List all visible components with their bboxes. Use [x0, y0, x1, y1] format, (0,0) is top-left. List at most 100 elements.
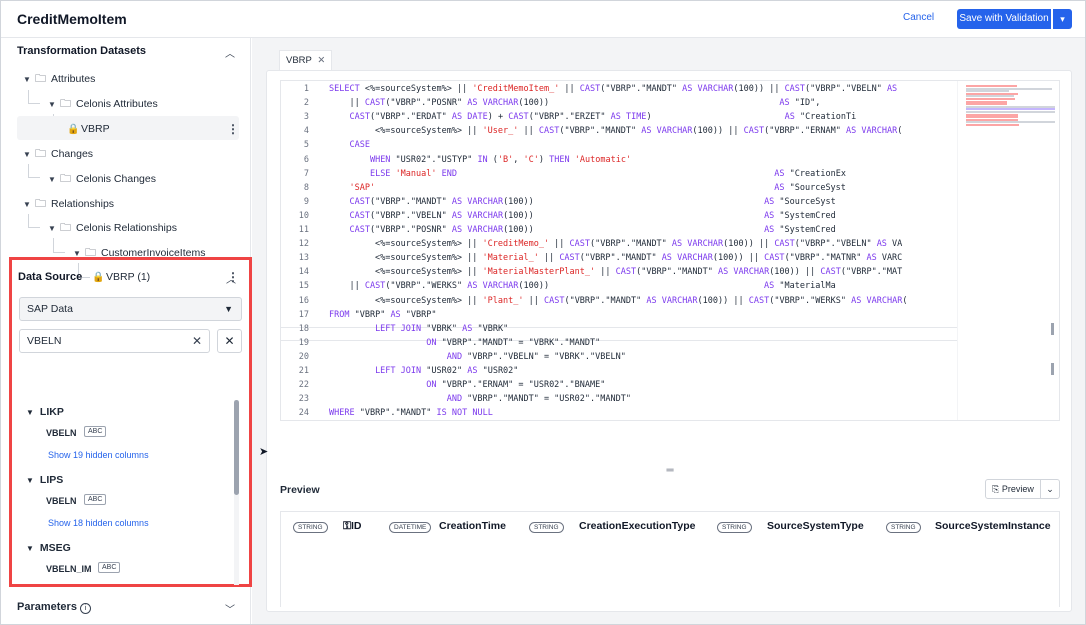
expanded-triangle-icon: ▼: [23, 75, 31, 84]
collapse-datasets-chevron-up-icon[interactable]: ︿: [225, 45, 235, 60]
info-icon[interactable]: i: [79, 603, 91, 614]
collapse-data-source-chevron-up-icon[interactable]: ︿: [226, 271, 236, 286]
folder-icon: 🗀: [35, 198, 46, 210]
save-with-validation-button[interactable]: Save with Validation: [957, 9, 1051, 29]
scroll-marker: [1051, 363, 1054, 375]
cancel-button[interactable]: Cancel: [903, 12, 934, 23]
tree-item-celonis-changes[interactable]: ▼ 🗀 Celonis Changes: [48, 168, 156, 190]
tab-vbrp[interactable]: VBRP ✕: [279, 50, 333, 70]
code-line[interactable]: ELSE 'Manual' END AS "CreationEx: [329, 169, 846, 179]
code-minimap[interactable]: [957, 81, 1059, 420]
column-vbeln-im[interactable]: VBELN_IM: [46, 564, 92, 574]
show-hidden-columns-link[interactable]: Show 18 hidden columns: [48, 518, 149, 528]
type-badge: ABC: [98, 562, 121, 573]
minimap-line: [966, 124, 1019, 126]
tree-item-celonis-attributes[interactable]: ▼ 🗀 Celonis Attributes: [48, 93, 158, 115]
code-line[interactable]: WHEN "USR02"."USTYP" IN ('B', 'C') THEN …: [329, 155, 631, 165]
key-icon: ⚿: [343, 520, 351, 532]
tree-item-relationships[interactable]: ▼ 🗀 Relationships: [23, 193, 114, 215]
line-number: 4: [303, 126, 309, 137]
preview-button-label: Preview: [1001, 484, 1034, 494]
tree-item-celonis-relationships[interactable]: ▼ 🗀 Celonis Relationships: [48, 217, 177, 239]
preview-button[interactable]: ⎘ Preview: [985, 479, 1041, 499]
code-line[interactable]: || CAST("VBRP"."POSNR" AS VARCHAR(100)) …: [329, 98, 820, 108]
column-header-source-system-type[interactable]: SourceSystemType: [767, 520, 864, 532]
tree-item-label: Relationships: [51, 198, 115, 210]
code-line[interactable]: SELECT <%=sourceSystem%> || 'CreditMemoI…: [329, 84, 897, 94]
data-source-title: Data Source: [18, 271, 83, 283]
code-line[interactable]: <%=sourceSystem%> || 'Material_' || CAST…: [329, 253, 902, 263]
preview-icon: ⎘: [992, 484, 1000, 494]
tree-item-vbrp[interactable]: 🔒 VBRP: [67, 118, 110, 140]
code-line[interactable]: <%=sourceSystem%> || 'Plant_' || CAST("V…: [329, 296, 907, 306]
code-line[interactable]: <%=sourceSystem%> || 'CreditMemo_' || CA…: [329, 239, 902, 249]
code-line[interactable]: CAST("VBRP"."ERDAT" AS DATE) + CAST("VBR…: [329, 112, 856, 122]
data-source-select[interactable]: SAP Data ▼: [19, 297, 242, 321]
clear-search-icon[interactable]: ✕: [192, 330, 202, 352]
code-line[interactable]: || CAST("VBRP"."WERKS" AS VARCHAR(100)) …: [329, 281, 835, 291]
show-hidden-columns-link[interactable]: Show 19 hidden columns: [48, 450, 149, 460]
transformation-datasets-title: Transformation Datasets: [17, 45, 146, 57]
line-number: 19: [298, 337, 309, 348]
code-line[interactable]: FROM "VBRP" AS "VBRP": [329, 310, 437, 320]
tree-connector: [28, 90, 40, 104]
search-input-value: VBELN: [27, 335, 62, 347]
folder-icon: 🗀: [35, 148, 46, 160]
code-line[interactable]: ON "VBRP"."ERNAM" = "USR02"."BNAME": [329, 380, 605, 390]
table-item-likp[interactable]: ▼ LIKP: [26, 406, 64, 418]
tree-item-changes[interactable]: ▼ 🗀 Changes: [23, 143, 93, 165]
code-line[interactable]: CASE: [329, 140, 369, 150]
line-number: 17: [298, 309, 309, 320]
column-header-id[interactable]: ⚿ID: [343, 520, 362, 533]
column-header-source-system-instance[interactable]: SourceSystemInstance: [935, 520, 1051, 532]
vbrp-kebab-menu-icon[interactable]: ⋮: [227, 122, 239, 136]
expanded-triangle-icon: ▼: [48, 224, 56, 233]
tree-connector: [28, 164, 40, 178]
tab-label: VBRP: [286, 55, 312, 66]
code-line[interactable]: CAST("VBRP"."POSNR" AS VARCHAR(100)) AS …: [329, 225, 835, 235]
code-line[interactable]: CAST("VBRP"."VBELN" AS VARCHAR(100)) AS …: [329, 211, 835, 221]
line-number: 6: [303, 154, 309, 165]
code-line[interactable]: <%=sourceSystem%> || 'User_' || CAST("VB…: [329, 126, 902, 136]
column-search-input[interactable]: VBELN ✕: [19, 329, 210, 353]
line-number: 23: [298, 394, 309, 405]
chevron-down-icon: ▼: [224, 304, 233, 314]
expand-parameters-chevron-down-icon[interactable]: ﹀: [225, 601, 235, 616]
code-line[interactable]: LEFT JOIN "USR02" AS "USR02": [329, 366, 518, 376]
line-number: 24: [298, 408, 309, 419]
column-vbeln[interactable]: VBELN: [46, 496, 77, 506]
table-item-lips[interactable]: ▼ LIPS: [26, 474, 63, 486]
code-line[interactable]: CAST("VBRP"."MANDT" AS VARCHAR(100)) AS …: [329, 197, 835, 207]
code-line[interactable]: WHERE "VBRP"."MANDT" IS NOT NULL: [329, 408, 493, 418]
sql-editor[interactable]: 1234567891011121314151617181920212223242…: [280, 80, 1060, 421]
column-vbeln[interactable]: VBELN: [46, 428, 77, 438]
code-line[interactable]: ON "VBRP"."MANDT" = "VBRK"."MANDT": [329, 338, 600, 348]
top-bar: CreditMemoItem Cancel Save with Validati…: [1, 1, 1085, 38]
code-line[interactable]: LEFT JOIN "VBRK" AS "VBRK": [329, 324, 508, 334]
code-line[interactable]: <%=sourceSystem%> || 'MaterialMasterPlan…: [329, 267, 902, 277]
tree-item-attributes[interactable]: ▼ 🗀 Attributes: [23, 68, 95, 90]
scrollbar-thumb[interactable]: [234, 400, 239, 495]
save-options-chevron-down-icon[interactable]: ▾: [1053, 9, 1072, 29]
type-badge: STRING: [293, 522, 328, 533]
close-tab-icon[interactable]: ✕: [317, 55, 325, 66]
parameters-label: Parameters: [17, 601, 77, 613]
close-search-button[interactable]: ✕: [217, 329, 242, 353]
data-source-panel: Data Source ︿ SAP Data ▼ VBELN ✕ ✕ ▼ LIKP…: [9, 257, 252, 587]
preview-options-chevron-down-icon[interactable]: ⌄: [1040, 479, 1060, 499]
table-name-label: LIKP: [39, 406, 64, 418]
code-line[interactable]: AND "VBRP"."VBELN" = "VBRK"."VBELN": [329, 352, 626, 362]
line-number: 7: [303, 168, 309, 179]
tree-item-label: Celonis Attributes: [76, 98, 158, 110]
tree-item-label: VBRP: [81, 123, 110, 135]
line-number: 1: [303, 84, 309, 94]
tree-connector: [28, 214, 40, 228]
column-header-creation-time[interactable]: CreationTime: [439, 520, 506, 532]
column-header-creation-execution-type[interactable]: CreationExecutionType: [579, 520, 696, 532]
code-line[interactable]: AND "VBRP"."MANDT" = "USR02"."MANDT": [329, 394, 631, 404]
code-line[interactable]: 'SAP' AS "SourceSyst: [329, 183, 845, 193]
table-item-mseg[interactable]: ▼ MSEG: [26, 542, 71, 554]
line-number: 12: [298, 239, 309, 250]
expanded-triangle-icon: ▼: [23, 200, 31, 209]
resize-drag-handle[interactable]: ═: [662, 466, 678, 476]
